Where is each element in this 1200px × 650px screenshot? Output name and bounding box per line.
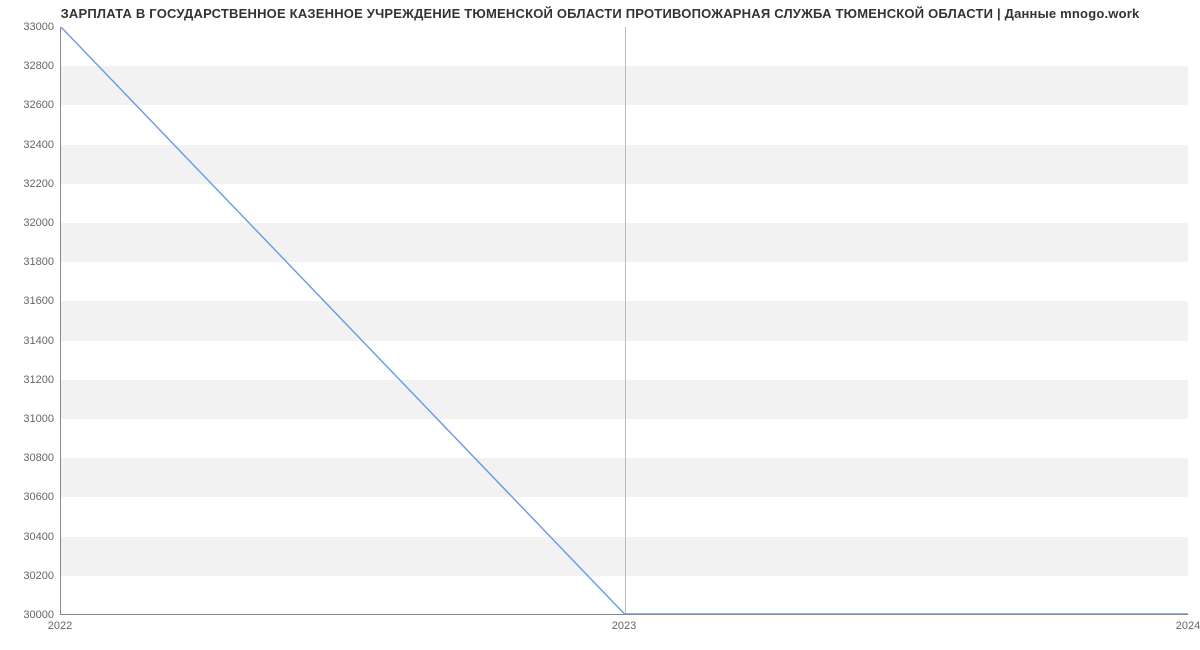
salary-chart: ЗАРПЛАТА В ГОСУДАРСТВЕННОЕ КАЗЕННОЕ УЧРЕ… — [0, 0, 1200, 650]
x-tick-label: 2023 — [612, 620, 636, 632]
y-tick-label: 31400 — [4, 335, 54, 347]
plot-area — [60, 27, 1188, 615]
y-tick-label: 30800 — [4, 452, 54, 464]
y-tick-label: 32200 — [4, 178, 54, 190]
y-tick-label: 32800 — [4, 60, 54, 72]
y-tick-label: 30400 — [4, 531, 54, 543]
chart-title: ЗАРПЛАТА В ГОСУДАРСТВЕННОЕ КАЗЕННОЕ УЧРЕ… — [0, 6, 1200, 21]
y-tick-label: 32400 — [4, 139, 54, 151]
y-tick-label: 30200 — [4, 570, 54, 582]
data-line — [61, 27, 1188, 614]
x-tick-label: 2022 — [48, 620, 72, 632]
y-tick-label: 30600 — [4, 491, 54, 503]
y-tick-label: 31200 — [4, 374, 54, 386]
y-tick-label: 31600 — [4, 295, 54, 307]
y-tick-label: 30000 — [4, 609, 54, 621]
y-tick-label: 31800 — [4, 256, 54, 268]
x-tick-label: 2024 — [1176, 620, 1200, 632]
y-tick-label: 32000 — [4, 217, 54, 229]
y-tick-label: 33000 — [4, 21, 54, 33]
y-tick-label: 31000 — [4, 413, 54, 425]
y-tick-label: 32600 — [4, 99, 54, 111]
